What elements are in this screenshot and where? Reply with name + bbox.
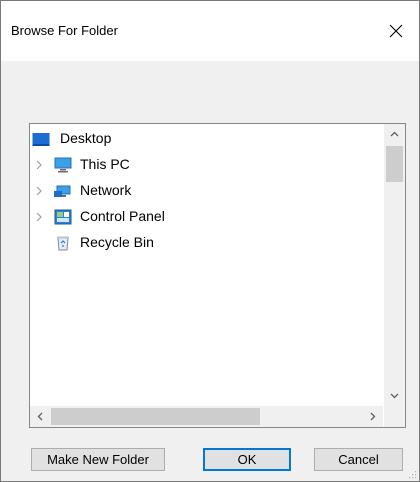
- browse-folder-dialog: Browse For Folder Desktop This PC Networ…: [0, 0, 420, 482]
- tree-item-label: This PC: [80, 156, 130, 172]
- cancel-button[interactable]: Cancel: [314, 448, 403, 471]
- ok-button[interactable]: OK: [203, 448, 291, 471]
- chevron-up-icon: [390, 131, 399, 137]
- horizontal-scroll-thumb[interactable]: [51, 408, 260, 425]
- tree-content: Desktop This PC Network Control Panel Re…: [30, 124, 383, 406]
- tree-item-control-panel[interactable]: Control Panel: [30, 204, 383, 230]
- chevron-right-icon: [370, 412, 376, 421]
- tree-item-label: Desktop: [60, 130, 112, 146]
- tree-item-label: Recycle Bin: [80, 234, 154, 250]
- horizontal-scrollbar[interactable]: [30, 406, 383, 427]
- vertical-scroll-thumb[interactable]: [386, 146, 403, 182]
- close-button[interactable]: [373, 1, 419, 61]
- vertical-scrollbar[interactable]: [384, 124, 405, 406]
- control-panel-icon: [54, 209, 72, 225]
- scroll-up-button[interactable]: [384, 124, 405, 144]
- desktop-icon: [32, 131, 50, 147]
- scroll-down-button[interactable]: [384, 386, 405, 406]
- make-new-folder-button[interactable]: Make New Folder: [31, 448, 165, 471]
- scroll-left-button[interactable]: [30, 406, 50, 427]
- tree-item-this-pc[interactable]: This PC: [30, 152, 383, 178]
- tree-item-label: Network: [80, 182, 132, 198]
- tree-item-label: Control Panel: [80, 208, 165, 224]
- title-bar: Browse For Folder: [1, 1, 419, 61]
- chevron-right-icon[interactable]: [33, 159, 45, 171]
- scroll-right-button[interactable]: [363, 406, 383, 427]
- window-title: Browse For Folder: [11, 23, 118, 38]
- close-icon: [389, 24, 403, 38]
- tree-item-recycle-bin[interactable]: Recycle Bin: [30, 230, 383, 256]
- scrollbar-corner: [384, 406, 405, 427]
- tree-item-network[interactable]: Network: [30, 178, 383, 204]
- resize-grip-icon[interactable]: [407, 469, 417, 479]
- chevron-right-icon[interactable]: [33, 211, 45, 223]
- chevron-right-icon[interactable]: [33, 185, 45, 197]
- chevron-down-icon: [390, 393, 399, 399]
- recycle-bin-icon: [54, 235, 72, 251]
- computer-icon: [54, 157, 72, 173]
- chevron-left-icon: [37, 412, 43, 421]
- network-icon: [54, 183, 72, 199]
- folder-tree[interactable]: Desktop This PC Network Control Panel Re…: [29, 123, 406, 428]
- tree-item-desktop[interactable]: Desktop: [30, 126, 383, 152]
